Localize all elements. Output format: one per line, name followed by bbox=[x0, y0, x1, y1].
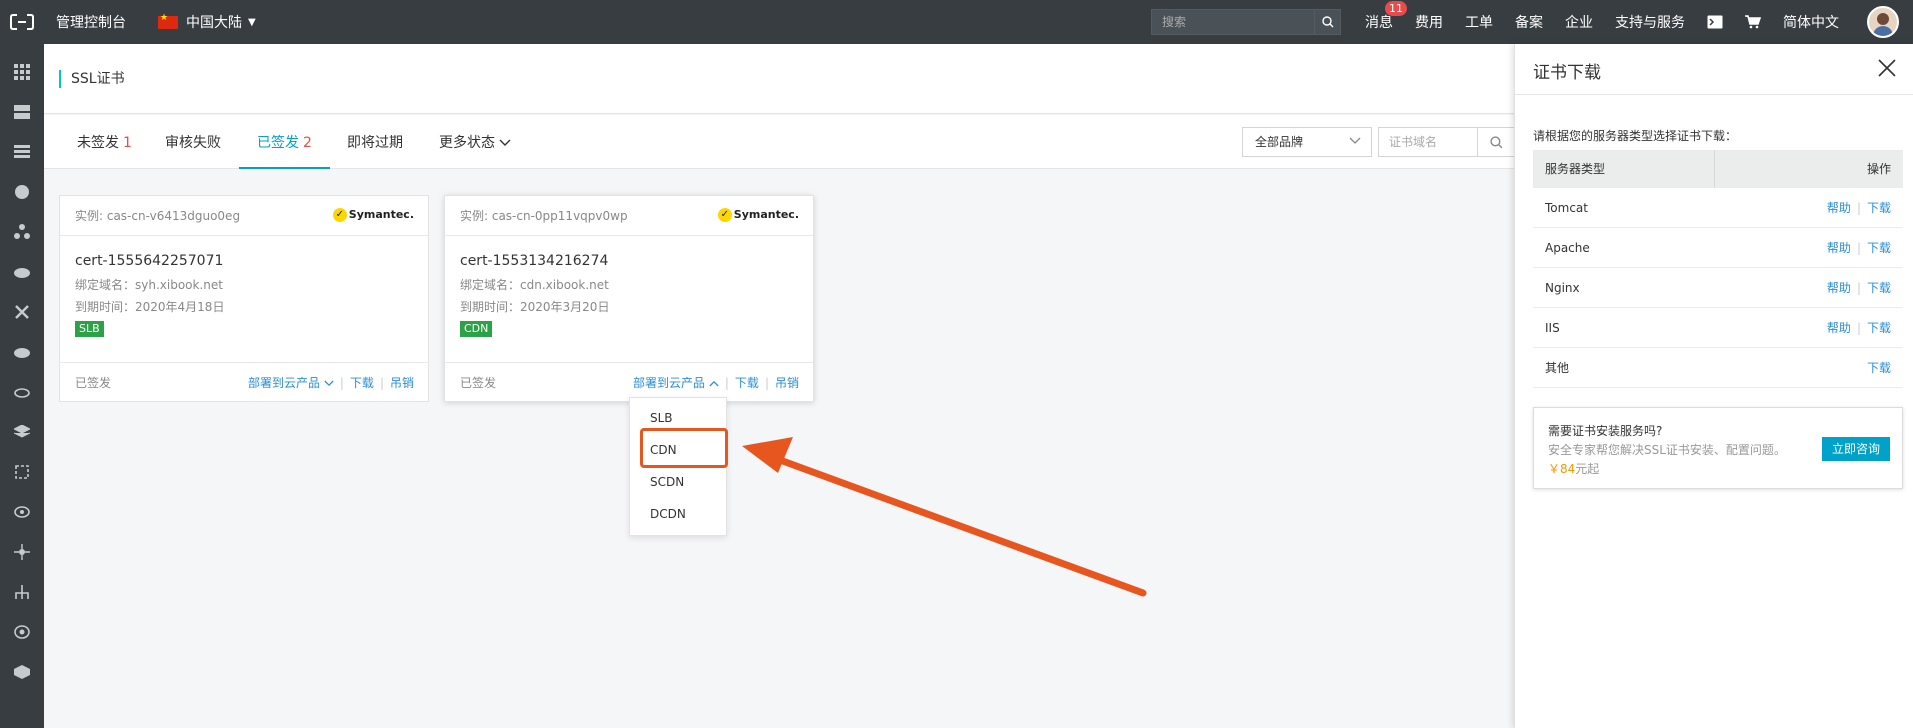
divider: | bbox=[1856, 241, 1861, 255]
table-row: IIS 帮助 | 下载 bbox=[1533, 308, 1903, 348]
table-header: 服务器类型 操作 bbox=[1533, 150, 1903, 188]
download-link[interactable]: 下载 bbox=[1867, 321, 1891, 335]
table-row: Nginx 帮助 | 下载 bbox=[1533, 268, 1903, 308]
server-name: Tomcat bbox=[1545, 201, 1588, 215]
panel-hint: 请根据您的服务器类型选择证书下载： bbox=[1533, 129, 1738, 143]
divider bbox=[1515, 94, 1913, 95]
close-icon[interactable] bbox=[1875, 56, 1899, 80]
panel-title: 证书下载 bbox=[1533, 63, 1601, 83]
server-name: Nginx bbox=[1545, 281, 1580, 295]
server-type-table: 服务器类型 操作 Tomcat 帮助 | 下载 Apache 帮助 | 下载 Nginx… bbox=[1533, 150, 1903, 388]
install-service-promo: 需要证书安装服务吗? 安全专家帮您解决SSL证书安装、配置问题。 ￥84元起 立即… bbox=[1533, 407, 1903, 489]
promo-title: 需要证书安装服务吗? bbox=[1548, 424, 1663, 438]
column-header-server: 服务器类型 bbox=[1533, 150, 1715, 188]
help-link[interactable]: 帮助 bbox=[1827, 241, 1851, 255]
promo-desc: 安全专家帮您解决SSL证书安装、配置问题。 bbox=[1548, 443, 1786, 457]
table-row: 其他 下载 bbox=[1533, 348, 1903, 388]
divider: | bbox=[1856, 281, 1861, 295]
download-link[interactable]: 下载 bbox=[1867, 201, 1891, 215]
download-link[interactable]: 下载 bbox=[1867, 361, 1891, 375]
divider: | bbox=[1856, 201, 1861, 215]
server-name: IIS bbox=[1545, 321, 1560, 335]
download-link[interactable]: 下载 bbox=[1867, 241, 1891, 255]
consult-button[interactable]: 立即咨询 bbox=[1822, 437, 1890, 461]
server-name: Apache bbox=[1545, 241, 1590, 255]
table-row: Apache 帮助 | 下载 bbox=[1533, 228, 1903, 268]
help-link[interactable]: 帮助 bbox=[1827, 321, 1851, 335]
promo-unit: 元起 bbox=[1575, 462, 1600, 476]
server-name: 其他 bbox=[1545, 361, 1570, 375]
promo-price: ￥84 bbox=[1548, 462, 1576, 476]
help-link[interactable]: 帮助 bbox=[1827, 281, 1851, 295]
divider: | bbox=[1856, 321, 1861, 335]
promo-text: 安全专家帮您解决SSL证书安装、配置问题。 ￥84元起 bbox=[1548, 441, 1810, 479]
help-link[interactable]: 帮助 bbox=[1827, 201, 1851, 215]
table-row: Tomcat 帮助 | 下载 bbox=[1533, 188, 1903, 228]
cert-download-panel: 证书下载 请根据您的服务器类型选择证书下载： 服务器类型 操作 Tomcat 帮… bbox=[1514, 44, 1913, 728]
download-link[interactable]: 下载 bbox=[1867, 281, 1891, 295]
column-header-ops: 操作 bbox=[1866, 162, 1891, 176]
